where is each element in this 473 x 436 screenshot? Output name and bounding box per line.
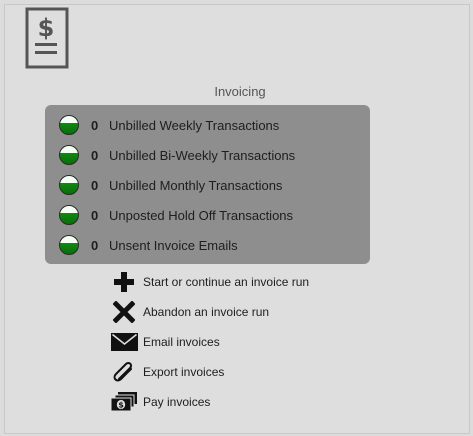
invoice-document-icon: $ bbox=[25, 7, 69, 69]
abandon-invoice-run-button[interactable]: Abandon an invoice run bbox=[110, 299, 269, 325]
envelope-icon bbox=[110, 329, 138, 355]
status-label: Unbilled Bi-Weekly Transactions bbox=[109, 147, 296, 163]
status-indicator-icon bbox=[59, 205, 79, 225]
email-invoices-button[interactable]: Email invoices bbox=[110, 329, 220, 355]
status-count: 0 bbox=[91, 177, 99, 193]
status-label: Unsent Invoice Emails bbox=[109, 237, 238, 253]
status-row-unposted-hold-off[interactable]: 0 Unposted Hold Off Transactions bbox=[59, 203, 293, 227]
invoicing-panel: $ Invoicing 0 Unbilled Weekly Transactio… bbox=[4, 4, 470, 434]
status-indicator-icon bbox=[59, 115, 79, 135]
action-label: Start or continue an invoice run bbox=[143, 275, 310, 289]
status-indicator-icon bbox=[59, 175, 79, 195]
page-title: Invoicing bbox=[214, 84, 266, 99]
status-count: 0 bbox=[91, 207, 99, 223]
start-invoice-run-button[interactable]: Start or continue an invoice run bbox=[110, 269, 309, 295]
paperclip-icon bbox=[110, 359, 138, 385]
status-label: Unposted Hold Off Transactions bbox=[109, 207, 294, 223]
status-label: Unbilled Weekly Transactions bbox=[109, 117, 280, 133]
action-label: Abandon an invoice run bbox=[143, 305, 270, 319]
status-row-unbilled-weekly[interactable]: 0 Unbilled Weekly Transactions bbox=[59, 113, 279, 137]
status-summary-box: 0 Unbilled Weekly Transactions 0 Unbille… bbox=[45, 105, 370, 264]
status-indicator-icon bbox=[59, 235, 79, 255]
x-icon bbox=[110, 299, 138, 325]
action-label: Export invoices bbox=[143, 365, 225, 379]
svg-text:$: $ bbox=[118, 401, 124, 410]
plus-icon bbox=[110, 269, 138, 295]
status-count: 0 bbox=[91, 117, 99, 133]
action-label: Pay invoices bbox=[143, 395, 211, 409]
status-label: Unbilled Monthly Transactions bbox=[109, 177, 283, 193]
status-row-unbilled-biweekly[interactable]: 0 Unbilled Bi-Weekly Transactions bbox=[59, 143, 295, 167]
svg-text:$: $ bbox=[38, 14, 55, 42]
status-row-unbilled-monthly[interactable]: 0 Unbilled Monthly Transactions bbox=[59, 173, 282, 197]
status-indicator-icon bbox=[59, 145, 79, 165]
cash-icon: $ bbox=[110, 389, 138, 415]
export-invoices-button[interactable]: Export invoices bbox=[110, 359, 224, 385]
status-row-unsent-emails[interactable]: 0 Unsent Invoice Emails bbox=[59, 233, 238, 257]
pay-invoices-button[interactable]: $ Pay invoices bbox=[110, 389, 210, 415]
status-count: 0 bbox=[91, 147, 99, 163]
status-count: 0 bbox=[91, 237, 99, 253]
action-label: Email invoices bbox=[143, 335, 220, 349]
